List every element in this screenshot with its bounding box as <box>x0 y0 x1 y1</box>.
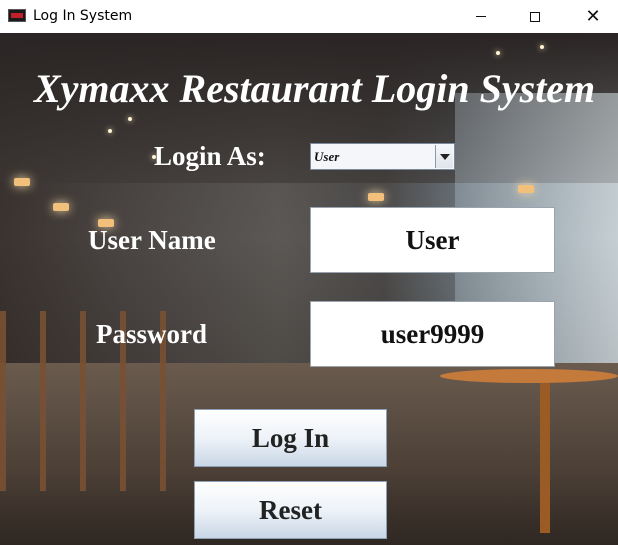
minimize-button[interactable] <box>458 0 504 33</box>
lamp-icon <box>368 193 384 201</box>
lamp-icon <box>518 185 534 193</box>
light-icon <box>108 129 112 133</box>
login-as-label: Login As: <box>154 141 266 171</box>
reset-button[interactable]: Reset <box>194 481 387 539</box>
maximize-button[interactable] <box>512 0 558 33</box>
lamp-icon <box>14 178 30 186</box>
login-as-value: User <box>314 149 340 164</box>
background-table-leg <box>540 383 550 533</box>
background-table <box>440 369 618 383</box>
light-icon <box>540 45 544 49</box>
title-bar: Log In System ✕ <box>0 0 618 33</box>
maximize-icon <box>530 11 540 22</box>
light-icon <box>128 117 132 121</box>
login-as-select[interactable]: User <box>310 143 455 170</box>
window-title: Log In System <box>33 8 133 24</box>
close-icon: ✕ <box>585 5 601 27</box>
username-field[interactable]: User <box>310 207 555 273</box>
minimize-icon <box>476 16 486 17</box>
dropdown-arrow-icon[interactable] <box>435 145 453 168</box>
lamp-icon <box>53 203 69 211</box>
password-field[interactable]: user9999 <box>310 301 555 367</box>
close-button[interactable]: ✕ <box>570 0 616 33</box>
app-icon <box>8 9 26 22</box>
login-panel: Xymaxx Restaurant Login System Login As:… <box>0 33 618 545</box>
password-label: Password <box>96 319 208 349</box>
page-title: Xymaxx Restaurant Login System <box>34 66 596 111</box>
login-button[interactable]: Log In <box>194 409 387 467</box>
light-icon <box>496 51 500 55</box>
username-label: User Name <box>88 225 216 255</box>
